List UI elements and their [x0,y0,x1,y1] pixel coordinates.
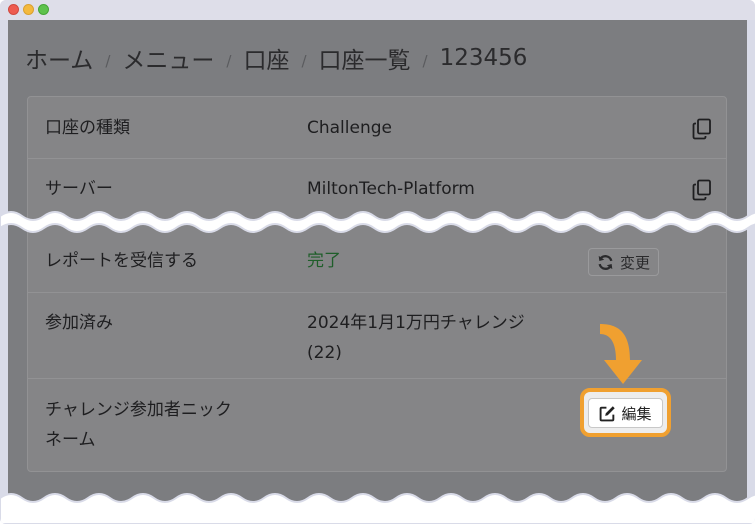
breadcrumb: ホーム / メニュー / 口座 / 口座一覧 / 123456 [25,42,527,74]
breadcrumb-account-list[interactable]: 口座一覧 [319,41,411,75]
report-row: レポートを受信する 完了 変更 [28,227,726,293]
title-bar [0,0,755,20]
change-button-label: 変更 [620,253,651,272]
close-window-button[interactable] [8,4,19,15]
breadcrumb-separator: / [105,51,111,70]
server-label: サーバー [45,179,113,199]
breadcrumb-menu[interactable]: メニュー [122,41,214,75]
arrow-down-icon [600,324,642,384]
breadcrumb-separator: / [301,51,307,70]
nickname-label-line2: ネーム [45,430,96,450]
account-type-label: 口座の種類 [45,118,130,138]
nickname-label-line1: チャレンジ参加者ニック [45,400,232,420]
server-value: MiltonTech-Platform [307,179,475,199]
account-type-value: Challenge [307,118,392,138]
report-label: レポートを受信する [45,251,198,271]
zoom-window-button[interactable] [38,4,49,15]
breadcrumb-separator: / [422,51,428,70]
page-content: ホーム / メニュー / 口座 / 口座一覧 / 123456 口座の種類 Ch… [8,20,747,524]
report-status: 完了 [307,251,341,271]
copy-icon[interactable] [692,179,712,201]
account-type-row: 口座の種類 Challenge [28,97,726,159]
breadcrumb-current: 123456 [439,45,528,71]
breadcrumb-separator: / [226,51,232,70]
breadcrumb-account[interactable]: 口座 [243,41,289,75]
edit-icon [600,405,616,421]
minimize-window-button[interactable] [23,4,34,15]
copy-icon[interactable] [692,118,712,140]
joined-value-line2: (22) [307,343,342,363]
joined-label: 参加済み [45,313,113,333]
edit-button-label: 編集 [621,404,652,423]
edit-nickname-button[interactable]: 編集 [588,398,663,428]
torn-edge-divider [0,211,755,233]
breadcrumb-home[interactable]: ホーム [25,41,93,75]
change-button[interactable]: 変更 [588,248,660,276]
joined-value-line1: 2024年1月1万円チャレンジ [307,313,525,333]
browser-window: ホーム / メニュー / 口座 / 口座一覧 / 123456 口座の種類 Ch… [0,0,755,524]
refresh-icon [598,254,613,270]
torn-edge-bottom [0,493,755,524]
